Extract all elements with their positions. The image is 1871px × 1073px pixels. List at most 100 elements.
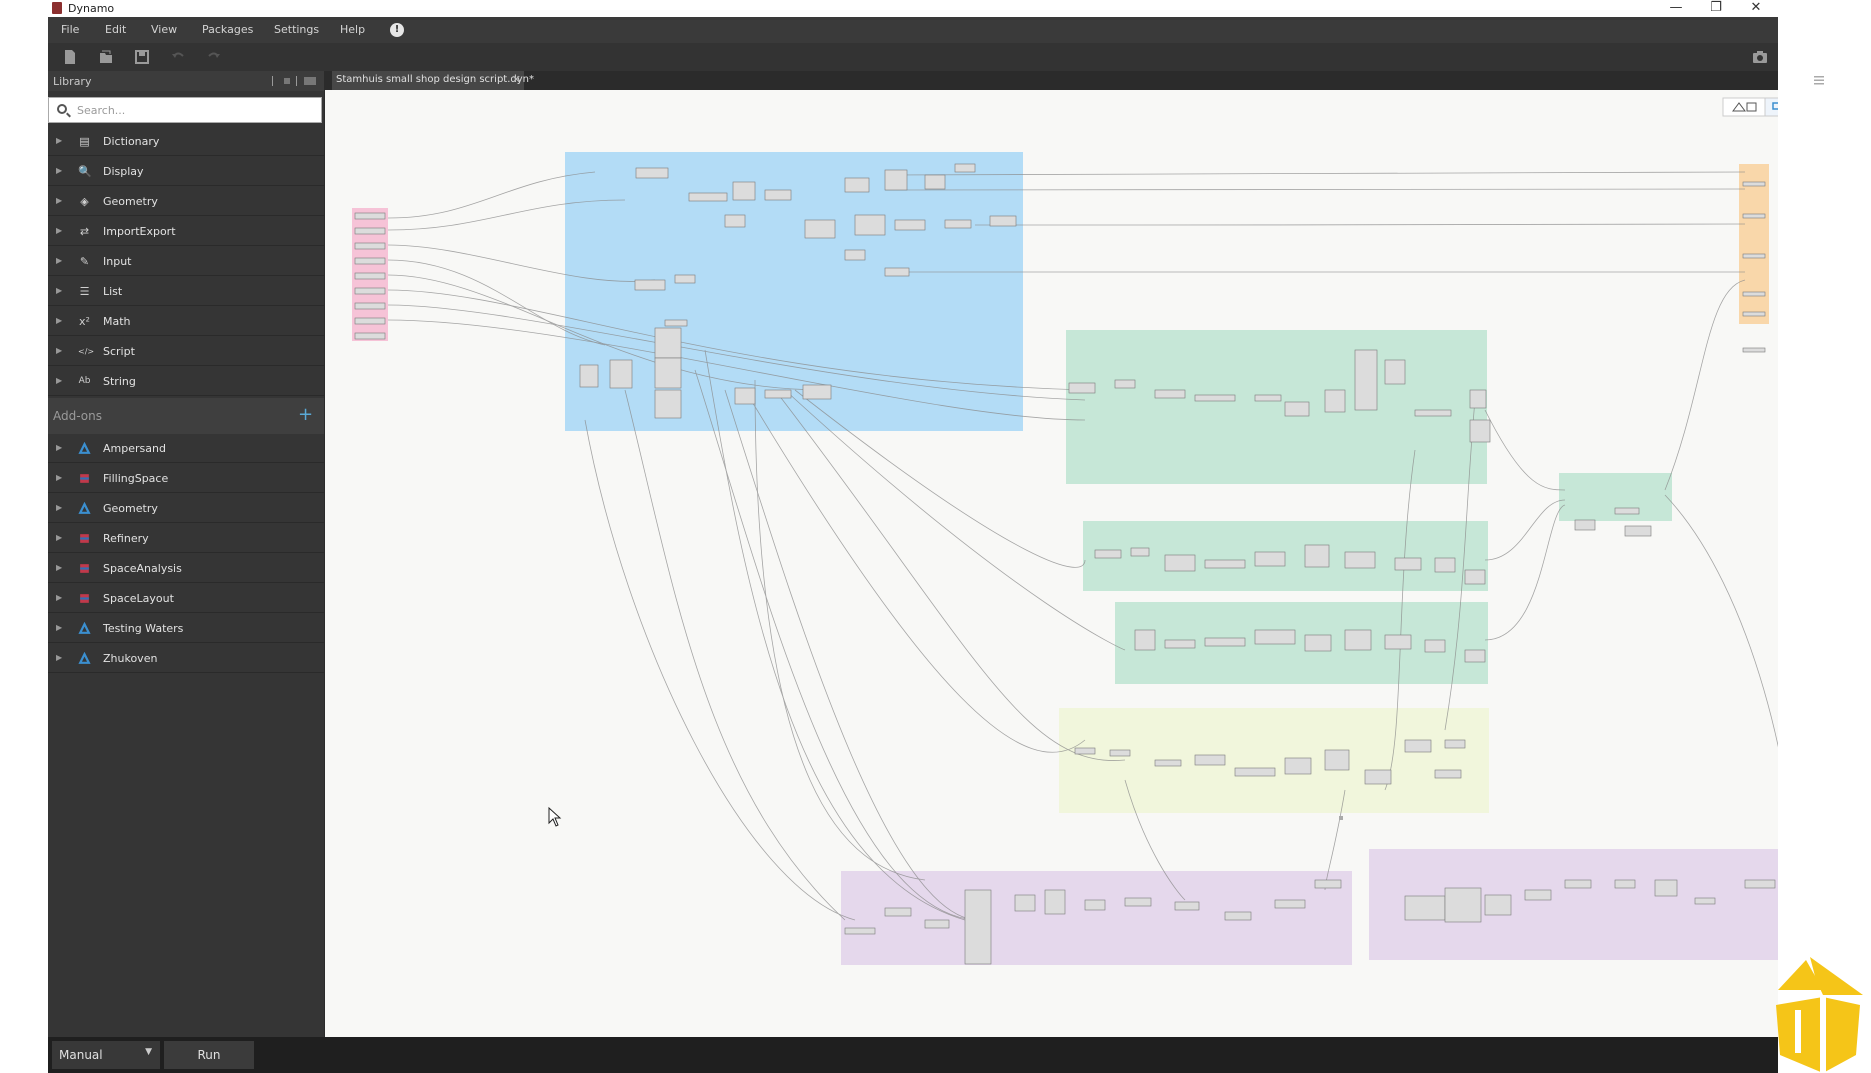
expand-arrow-icon[interactable]: ▶ [56,226,62,235]
magnifier-icon: 🔍 [78,165,92,178]
addon-item-refinery[interactable]: ▶ Refinery [48,524,324,553]
library-item-label: String [103,375,136,388]
expand-arrow-icon[interactable]: ▶ [56,136,62,145]
library-item-label: List [103,285,123,298]
open-file-icon[interactable] [98,49,114,65]
library-item-label: Dictionary [103,135,160,148]
save-icon[interactable] [134,49,150,65]
watermark-logo-icon [1776,957,1863,1073]
library-item-label: SpaceLayout [103,592,174,605]
library-item-label: Testing Waters [103,622,184,635]
library-item-string[interactable]: ▶ Ab String [48,367,324,396]
addons-title: Add-ons [53,409,102,423]
menu-edit[interactable]: Edit [105,23,126,36]
package-red-icon [80,564,89,573]
expand-arrow-icon[interactable]: ▶ [56,316,62,325]
library-item-label: SpaceAnalysis [103,562,182,575]
addon-item-geometry[interactable]: ▶ Geometry [48,494,324,523]
library-item-list[interactable]: ▶ ☰ List [48,277,324,306]
run-mode-dropdown[interactable]: Manual ▼ [52,1041,160,1069]
workspace-tab-strip: Stamhuis small shop design script.dyn* ✕ [324,71,1824,90]
menu-file[interactable]: File [61,23,79,36]
expand-arrow-icon[interactable]: ▶ [56,166,62,175]
library-item-geometry[interactable]: ▶ ◈ Geometry [48,187,324,216]
text-icon: Ab [78,376,91,386]
title-bar: Dynamo — ❐ ✕ [48,0,1778,17]
close-tab-icon[interactable]: ✕ [512,73,521,86]
workspace-tab-label: Stamhuis small shop design script.dyn* [336,74,534,85]
package-blue-icon [78,622,91,634]
library-item-label: Geometry [103,502,158,515]
expand-arrow-icon[interactable]: ▶ [56,443,62,452]
graph-canvas[interactable] [325,90,1778,1037]
library-item-label: Geometry [103,195,158,208]
expand-arrow-icon[interactable]: ▶ [56,256,62,265]
expand-arrow-icon[interactable]: ▶ [56,376,62,385]
package-red-icon [80,534,89,543]
restore-button[interactable]: ❐ [1698,0,1734,17]
library-item-input[interactable]: ▶ ✎ Input [48,247,324,276]
group-green-top[interactable] [1066,330,1487,484]
menu-view[interactable]: View [151,23,177,36]
library-title: Library [53,75,92,88]
library-item-label: Ampersand [103,442,166,455]
toolbar [48,43,1778,71]
group-orange[interactable] [1739,164,1769,324]
code-icon: </> [78,347,95,356]
group-purple-left[interactable] [841,871,1352,965]
expand-arrow-icon[interactable]: ▶ [56,503,62,512]
library-item-label: Script [103,345,135,358]
menu-packages[interactable]: Packages [202,23,253,36]
library-item-label: ImportExport [103,225,176,238]
addons-header: Add-ons + [48,398,324,434]
run-button[interactable]: Run [164,1041,254,1069]
addon-item-ampersand[interactable]: ▶ Ampersand [48,434,324,463]
tab-menu-icon[interactable] [1814,75,1826,85]
library-item-label: FillingSpace [103,472,169,485]
close-window-button[interactable]: ✕ [1738,0,1774,17]
add-package-button[interactable]: + [298,404,313,425]
library-item-display[interactable]: ▶ 🔍 Display [48,157,324,186]
library-item-script[interactable]: ▶ </> Script [48,337,324,366]
expand-arrow-icon[interactable]: ▶ [56,593,62,602]
redo-icon[interactable] [206,49,222,65]
addon-item-testing-waters[interactable]: ▶ Testing Waters [48,614,324,643]
library-panel: Library Search... ▶ ▤ Dictionary ▶ 🔍 Display… [48,71,324,1037]
addon-item-fillingspace[interactable]: ▶ FillingSpace [48,464,324,493]
addon-item-spaceanalysis[interactable]: ▶ SpaceAnalysis [48,554,324,583]
chevron-down-icon: ▼ [145,1047,152,1057]
expand-arrow-icon[interactable]: ▶ [56,533,62,542]
undo-icon[interactable] [170,49,186,65]
dictionary-icon: ▤ [79,135,90,148]
library-item-label: Zhukoven [103,652,158,665]
math-icon: x² [79,315,90,328]
notifications-icon[interactable]: ! [390,23,404,37]
node-graph[interactable] [325,90,1778,1037]
menu-bar: File Edit View Packages Settings Help ! [48,17,1778,43]
library-item-math[interactable]: ▶ x² Math [48,307,324,336]
minimize-button[interactable]: — [1658,0,1694,17]
menu-settings[interactable]: Settings [274,23,319,36]
library-item-dictionary[interactable]: ▶ ▤ Dictionary [48,127,324,156]
menu-help[interactable]: Help [340,23,365,36]
library-search-input[interactable]: Search... [48,97,322,123]
library-item-importexport[interactable]: ▶ ⇄ ImportExport [48,217,324,246]
expand-arrow-icon[interactable]: ▶ [56,623,62,632]
new-file-icon[interactable] [62,49,78,65]
cube-icon: ◈ [80,195,89,208]
addon-item-zhukoven[interactable]: ▶ Zhukoven [48,644,324,673]
workspace-tab[interactable]: Stamhuis small shop design script.dyn* ✕ [332,71,534,90]
expand-arrow-icon[interactable]: ▶ [56,286,62,295]
expand-arrow-icon[interactable]: ▶ [56,346,62,355]
library-view-options-icon[interactable] [270,76,320,86]
expand-arrow-icon[interactable]: ▶ [56,196,62,205]
camera-icon[interactable] [1752,49,1768,65]
expand-arrow-icon[interactable]: ▶ [56,473,62,482]
mouse-cursor-icon [548,806,562,827]
expand-arrow-icon[interactable]: ▶ [56,563,62,572]
library-item-label: Math [103,315,131,328]
view-mode-toggle[interactable] [1722,97,1778,117]
dynamo-app-icon [52,2,62,14]
expand-arrow-icon[interactable]: ▶ [56,653,62,662]
addon-item-spacelayout[interactable]: ▶ SpaceLayout [48,584,324,613]
